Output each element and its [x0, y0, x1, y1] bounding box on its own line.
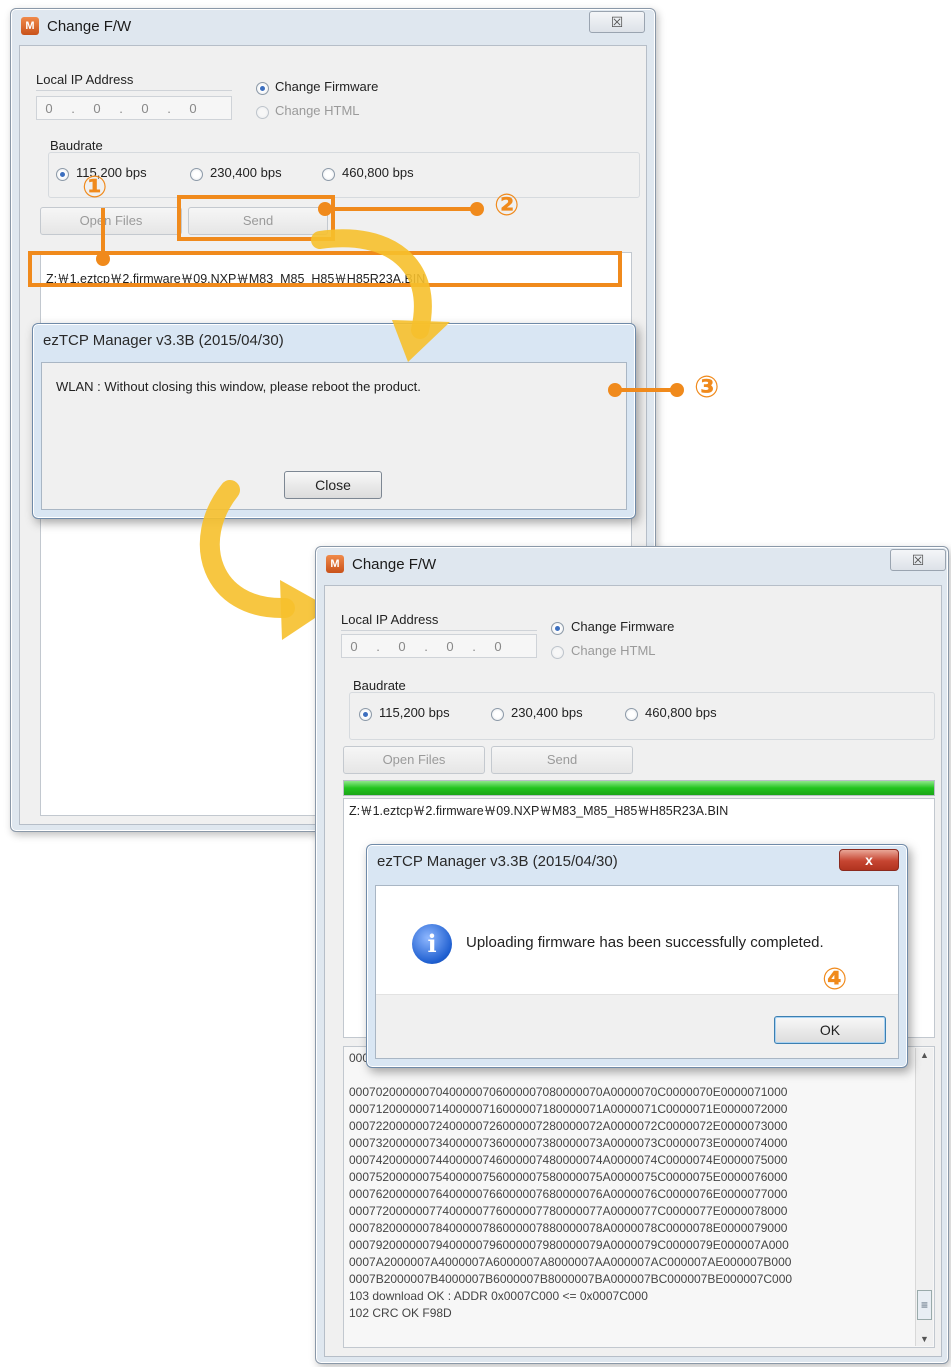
window-2-titlebar: M Change F/W	[316, 547, 948, 581]
annotation-dot-1	[96, 252, 110, 266]
change-html-radio[interactable]	[551, 646, 564, 659]
ip-dot: .	[71, 100, 75, 116]
success-dialog-title: ezTCP Manager v3.3B (2015/04/30)	[377, 853, 618, 870]
log-line: 00070200000070400000706000007080000070A0…	[349, 1085, 788, 1099]
step-marker-3: ③	[694, 370, 720, 405]
step-marker-2: ②	[494, 188, 520, 223]
success-dialog-message: Uploading firmware has been successfully…	[466, 934, 824, 951]
baud-460800-radio[interactable]	[625, 708, 638, 721]
annotation-dot-3b	[670, 383, 684, 397]
info-icon: i	[412, 924, 452, 964]
ip-octet-3: 0	[446, 638, 454, 654]
ip-dot: .	[424, 638, 428, 654]
window-1-titlebar: M Change F/W	[11, 9, 655, 43]
ip-dot: .	[376, 638, 380, 654]
step-marker-4: ④	[822, 962, 848, 997]
log-line: 103 download OK : ADDR 0x0007C000 <= 0x0…	[349, 1289, 648, 1303]
reboot-dialog-title: ezTCP Manager v3.3B (2015/04/30)	[43, 332, 284, 349]
change-firmware-radio[interactable]	[551, 622, 564, 635]
log-line: 0007A2000007A4000007A6000007A8000007AA00…	[349, 1255, 792, 1269]
window-1-title: Change F/W	[47, 17, 132, 35]
baudrate-label: Baudrate	[50, 138, 103, 153]
log-text: 00070200000070400000706000007080000070A0…	[349, 1084, 792, 1322]
app-icon: M	[326, 555, 344, 573]
ip-divider	[341, 630, 537, 631]
change-firmware-radio[interactable]	[256, 82, 269, 95]
baud-115200-radio[interactable]	[56, 168, 69, 181]
baud-460800-label: 460,800 bps	[645, 705, 717, 720]
local-ip-label: Local IP Address	[341, 612, 439, 627]
log-scrollbar[interactable]: ▲ ≡ ▼	[915, 1048, 933, 1346]
local-ip-input[interactable]: 0. 0. 0. 0	[36, 96, 232, 120]
change-firmware-label: Change Firmware	[571, 619, 675, 634]
baudrate-label: Baudrate	[353, 678, 406, 693]
window-2-file-path: Z:￦1.eztcp￦2.firmware￦09.NXP￦M83_M85_H85…	[349, 804, 729, 818]
log-line: 00071200000071400000716000007180000071A0…	[349, 1102, 788, 1116]
send-button[interactable]: Send	[491, 746, 633, 774]
baud-460800-radio[interactable]	[322, 168, 335, 181]
log-line: 0007B2000007B4000007B6000007B8000007BA00…	[349, 1272, 793, 1286]
annotation-line-1	[101, 208, 105, 256]
annotation-line-2	[326, 207, 476, 211]
window-1-close-button[interactable]: ☒	[589, 11, 645, 33]
baud-230400-label: 230,400 bps	[511, 705, 583, 720]
step-marker-1: ①	[82, 170, 108, 205]
annotation-line-3	[615, 388, 677, 392]
log-line: 00076200000076400000766000007680000076A0…	[349, 1187, 788, 1201]
success-dialog-body: i Uploading firmware has been successful…	[375, 885, 899, 1059]
log-line: 00078200000078400000786000007880000078A0…	[349, 1221, 788, 1235]
reboot-dialog-message: WLAN : Without closing this window, plea…	[56, 379, 421, 394]
change-html-label: Change HTML	[275, 103, 360, 118]
baud-115200-radio[interactable]	[359, 708, 372, 721]
baud-230400-radio[interactable]	[491, 708, 504, 721]
upload-progress-track	[343, 780, 935, 796]
change-html-label: Change HTML	[571, 643, 656, 658]
scroll-down-icon[interactable]: ▼	[916, 1334, 933, 1344]
log-line: 00079200000079400000796000007980000079A0…	[349, 1238, 789, 1252]
ip-octet-4: 0	[189, 100, 197, 116]
scroll-grip-icon[interactable]: ≡	[917, 1290, 932, 1320]
change-html-radio[interactable]	[256, 106, 269, 119]
local-ip-label: Local IP Address	[36, 72, 134, 87]
upload-progress-fill	[344, 781, 934, 795]
ip-octet-3: 0	[141, 100, 149, 116]
log-line: 00072200000072400000726000007280000072A0…	[349, 1119, 788, 1133]
local-ip-input[interactable]: 0. 0. 0. 0	[341, 634, 537, 658]
ip-dot: .	[119, 100, 123, 116]
ip-divider	[36, 90, 232, 91]
log-line: 00075200000075400000756000007580000075A0…	[349, 1170, 788, 1184]
baud-230400-label: 230,400 bps	[210, 165, 282, 180]
open-files-button[interactable]: Open Files	[40, 207, 182, 235]
ip-octet-4: 0	[494, 638, 502, 654]
success-dialog-ok-button[interactable]: OK	[774, 1016, 886, 1044]
ip-dot: .	[167, 100, 171, 116]
baud-230400-radio[interactable]	[190, 168, 203, 181]
window-2-close-button[interactable]: ☒	[890, 549, 946, 571]
log-line: 00074200000074400000746000007480000074A0…	[349, 1153, 788, 1167]
success-dialog: ezTCP Manager v3.3B (2015/04/30) x i Upl…	[366, 844, 908, 1068]
scroll-up-icon[interactable]: ▲	[916, 1050, 933, 1060]
ip-dot: .	[472, 638, 476, 654]
log-line: 102 CRC OK F98D	[349, 1306, 452, 1320]
ip-octet-1: 0	[45, 100, 53, 116]
log-line: 00077200000077400000776000007780000077A0…	[349, 1204, 788, 1218]
ip-octet-1: 0	[350, 638, 358, 654]
log-line: 00073200000073400000736000007380000073A0…	[349, 1136, 788, 1150]
ip-octet-2: 0	[93, 100, 101, 116]
baud-115200-label: 115,200 bps	[379, 705, 450, 720]
success-dialog-close-button[interactable]: x	[839, 849, 899, 871]
change-firmware-label: Change Firmware	[275, 79, 379, 94]
open-files-button[interactable]: Open Files	[343, 746, 485, 774]
ip-octet-2: 0	[398, 638, 406, 654]
annotation-dot-2b	[470, 202, 484, 216]
window-2-title: Change F/W	[352, 555, 437, 573]
flow-arrow-1	[311, 229, 450, 362]
app-icon: M	[21, 17, 39, 35]
baud-460800-label: 460,800 bps	[342, 165, 414, 180]
